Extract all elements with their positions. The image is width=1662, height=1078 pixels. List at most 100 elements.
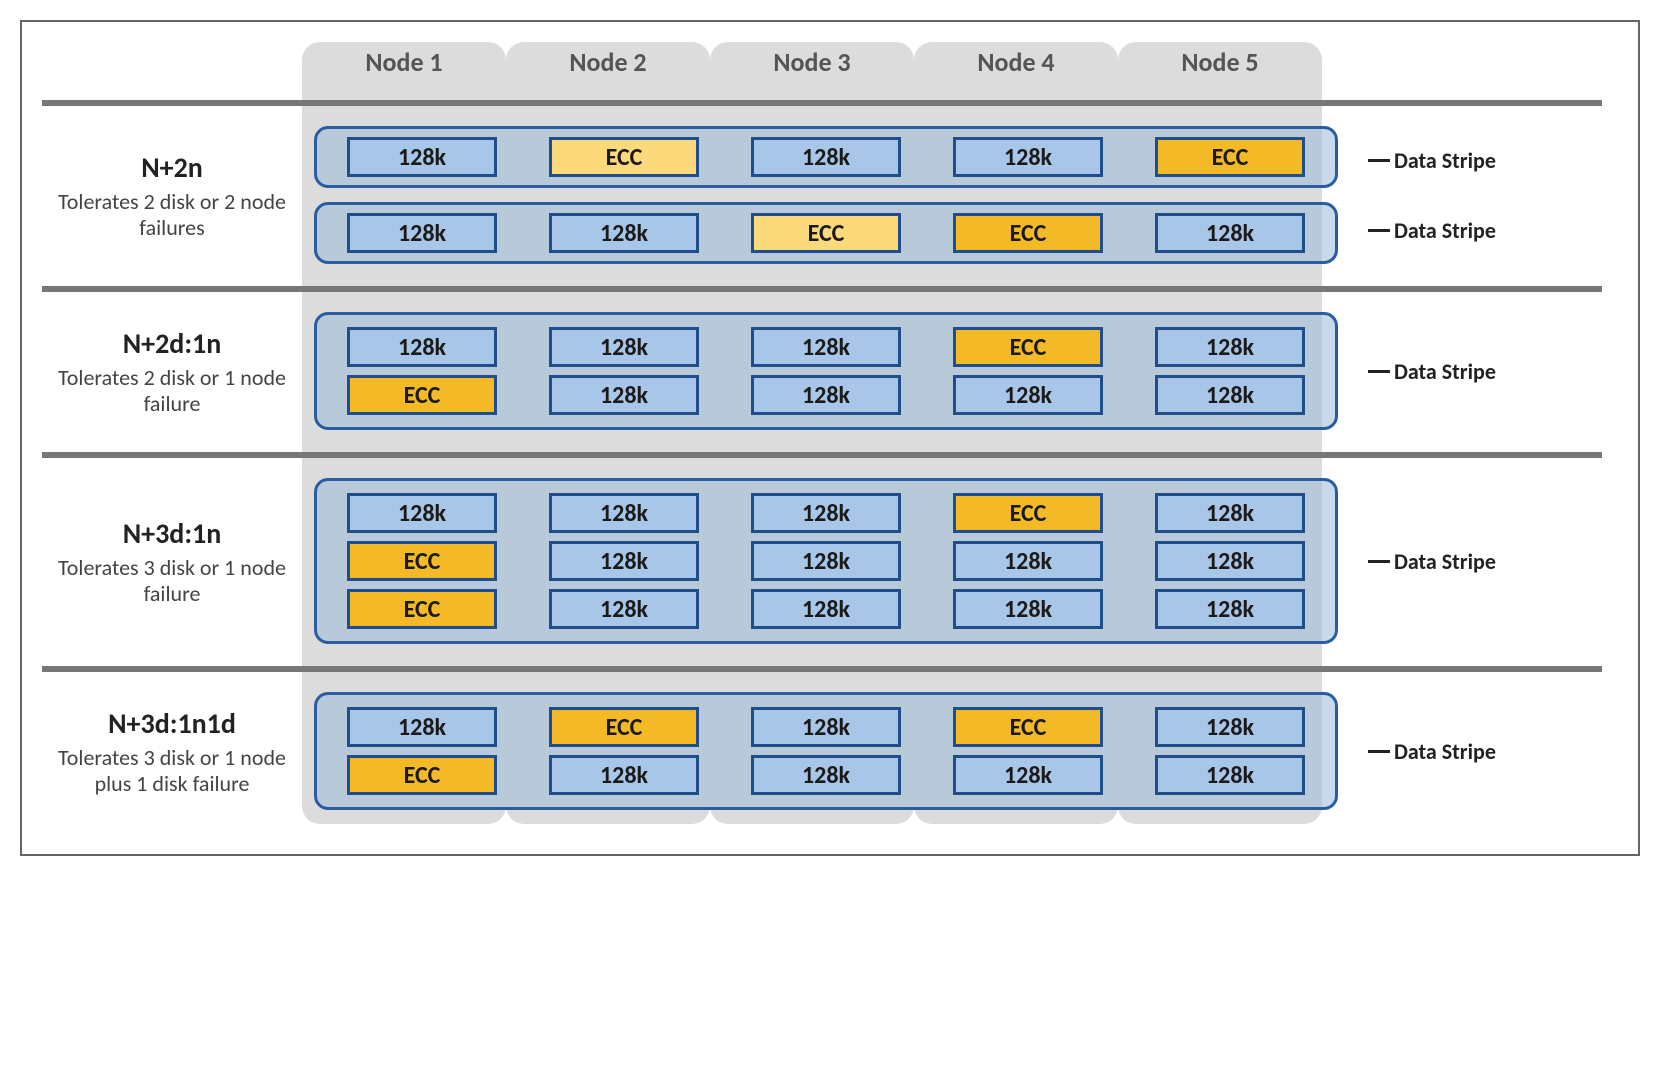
stripe-cell: 128k [725,493,927,533]
stripe-callout-column: Data Stripe [1362,723,1542,779]
data-block: 128k [549,213,699,253]
data-stripe: 128k128k128kECC128kECC128k128k128k128kEC… [314,478,1338,644]
stripe-cell: 128k [725,541,927,581]
data-block: 128k [751,375,901,415]
stripe-row: ECC128k128k128k128k [317,537,1335,585]
stripe-cell: 128k [321,707,523,747]
stripe-row: ECC128k128k128k128k [317,751,1335,799]
stripe-callout-column: Data Stripe [1362,343,1542,399]
scheme-label: N+2nTolerates 2 disk or 2 node failures [42,150,302,240]
stripe-cell: 128k [1129,589,1331,629]
stripe-cell: 128k [523,327,725,367]
data-stripe: 128k128kECCECC128k [314,202,1338,264]
data-block: 128k [1155,755,1305,795]
stripe-cell: 128k [321,137,523,177]
data-stripe-label: Data Stripe [1368,723,1542,779]
data-block: 128k [1155,327,1305,367]
stripe-cell: ECC [321,375,523,415]
data-block: 128k [1155,213,1305,253]
divider [42,100,1602,106]
stripe-row: 128k128k128kECC128k [317,489,1335,537]
data-block: 128k [953,137,1103,177]
stripe-cell: 128k [1129,213,1331,253]
data-block: 128k [1155,541,1305,581]
diagram-content: Node 1 Node 2 Node 3 Node 4 Node 5 N+2nT… [42,42,1610,824]
data-block: 128k [347,137,497,177]
protection-scheme-section: N+3d:1nTolerates 3 disk or 1 node failur… [42,466,1610,658]
stripe-cell: 128k [1129,707,1331,747]
stripe-cell: 128k [927,137,1129,177]
stripe-cell: ECC [321,755,523,795]
stripe-row: 128k 128k 128k ECC 128k [317,323,1335,371]
stripe-row: ECC128k128k128k128k [317,585,1335,633]
node-header: Node 3 [710,42,914,78]
data-stripe: 128k ECC 128k 128k ECC [314,126,1338,188]
data-block: 128k [953,541,1103,581]
data-block: 128k [751,589,901,629]
stripe-cell: 128k [321,493,523,533]
data-block: 128k [751,707,901,747]
stripe-cell: 128k [523,375,725,415]
ecc-block: ECC [549,137,699,177]
scheme-label: N+3d:1n1d Tolerates 3 disk or 1 node plus… [42,706,302,796]
scheme-description: Tolerates 2 disk or 1 node failure [48,365,296,416]
diagram: Node 1 Node 2 Node 3 Node 4 Node 5 N+2nT… [42,42,1610,824]
scheme-title: N+3d:1n1d [48,706,296,741]
data-block: 128k [347,213,497,253]
node-header-row: Node 1 Node 2 Node 3 Node 4 Node 5 [42,42,1610,92]
stripe-cell: 128k [927,589,1129,629]
stripe-row: ECC 128k 128k 128k 128k [317,371,1335,419]
data-block: 128k [347,707,497,747]
data-block: 128k [347,327,497,367]
data-block: 128k [549,327,699,367]
node-header: Node 1 [302,42,506,78]
data-block: 128k [549,375,699,415]
data-block: 128k [549,541,699,581]
ecc-block: ECC [953,327,1103,367]
data-stripe-label: Data Stripe [1368,343,1542,399]
data-block: 128k [347,493,497,533]
data-block: 128k [1155,707,1305,747]
node-header: Node 4 [914,42,1118,78]
stripe-cell: 128k [725,327,927,367]
divider [42,666,1602,672]
data-block: 128k [953,589,1103,629]
node-header: Node 2 [506,42,710,78]
data-block: 128k [751,137,901,177]
stripe-cell: 128k [523,589,725,629]
data-stripe: 128kECC128kECC128kECC128k128k128k128k [314,692,1338,810]
stripe-cell: 128k [927,541,1129,581]
data-stripe-label: Data Stripe [1368,533,1542,589]
stripe-cell: 128k [725,589,927,629]
ecc-block: ECC [549,707,699,747]
ecc-block: ECC [751,213,901,253]
stripe-cell: 128k [523,755,725,795]
stripe-cell: 128k [1129,541,1331,581]
scheme-title: N+2d:1n [48,326,296,361]
data-block: 128k [751,541,901,581]
stripes-container: 128k128k128kECC128kECC128k128k128k128kEC… [302,478,1362,644]
stripes-container: 128kECC128k128kECC128k128kECCECC128k [302,126,1362,264]
stripe-cell: ECC [927,327,1129,367]
stripe-cell: ECC [321,589,523,629]
stripe-cell: 128k [523,493,725,533]
stripe-cell: 128k [725,755,927,795]
scheme-label: N+3d:1nTolerates 3 disk or 1 node failur… [42,516,302,606]
stripe-cell: 128k [725,707,927,747]
stripe-cell: 128k [1129,493,1331,533]
data-block: 128k [549,755,699,795]
protection-scheme-section: N+2nTolerates 2 disk or 2 node failures1… [42,114,1610,278]
data-block: 128k [1155,589,1305,629]
stripe-cell: 128k [725,375,927,415]
stripe-cell: 128k [321,213,523,253]
data-block: 128k [1155,375,1305,415]
stripe-row: 128kECC128kECC128k [317,703,1335,751]
data-block: 128k [953,375,1103,415]
stripe-cell: 128k [725,137,927,177]
protection-scheme-section: N+2d:1n Tolerates 2 disk or 1 node failur… [42,300,1610,444]
stripe-cell: ECC [725,213,927,253]
scheme-description: Tolerates 3 disk or 1 node plus 1 disk f… [48,745,296,796]
node-header: Node 5 [1118,42,1322,78]
ecc-block: ECC [1155,137,1305,177]
scheme-label: N+2d:1n Tolerates 2 disk or 1 node failur… [42,326,302,416]
